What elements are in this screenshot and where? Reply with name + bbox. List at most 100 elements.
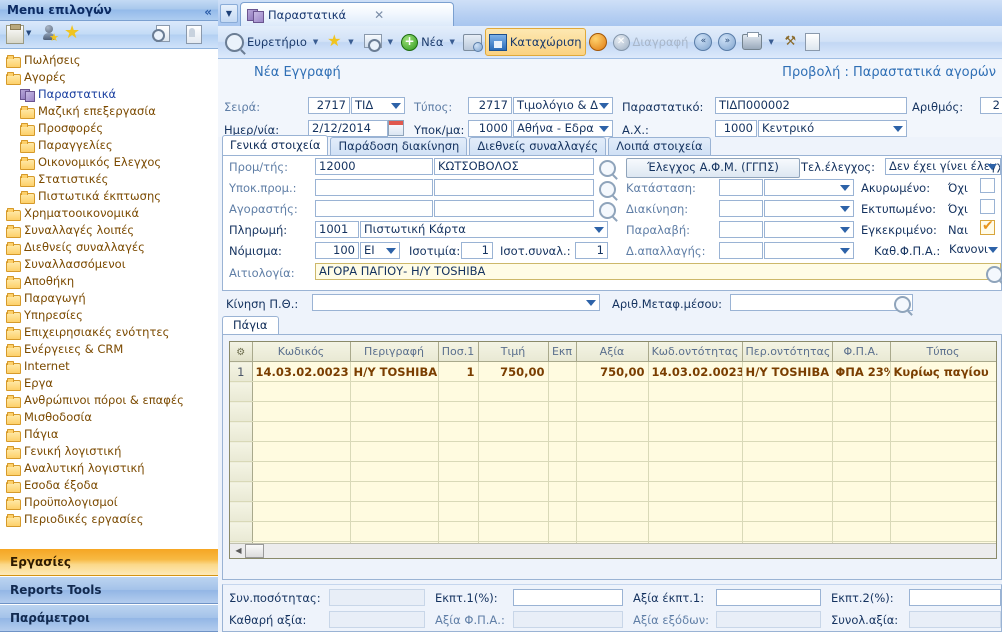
payment-select[interactable]: Πιστωτική Κάρτα — [360, 221, 608, 238]
sidebar-item-0[interactable]: Πωλήσεις — [0, 52, 218, 69]
print-button[interactable] — [739, 29, 765, 55]
branch-select[interactable]: Αθήνα - Εδρα — [513, 120, 613, 137]
grid-column-header-8[interactable]: Φ.Π.Α. — [832, 342, 891, 362]
sidebar-item-4[interactable]: Προσφορές — [0, 120, 218, 137]
table-row-empty[interactable] — [230, 461, 996, 482]
table-row-empty[interactable] — [230, 381, 996, 402]
cell-value[interactable]: 750,00 — [576, 361, 649, 382]
cell-vat[interactable] — [832, 421, 891, 442]
sidebar-bar-1[interactable]: Reports Tools — [0, 576, 218, 604]
grid-horizontal-scrollbar[interactable]: ◀ — [230, 543, 996, 558]
cell-type[interactable]: Κυρίως παγίου — [890, 361, 996, 382]
cell-entity_code[interactable] — [648, 381, 743, 402]
cell-entity_desc[interactable] — [742, 381, 833, 402]
sidebar-item-20[interactable]: Ανθρώπινοι πόροι & επαφές — [0, 392, 218, 409]
history-button[interactable] — [460, 29, 485, 55]
cell-type[interactable] — [890, 501, 996, 522]
movement-select[interactable] — [312, 294, 600, 311]
sidebar-bar-0[interactable]: Εργασίες — [0, 548, 218, 576]
cell-entity_desc[interactable] — [742, 521, 833, 542]
sidebar-item-5[interactable]: Παραγγελίες — [0, 137, 218, 154]
search-icon[interactable] — [894, 296, 911, 313]
table-row-empty[interactable] — [230, 401, 996, 422]
grid-column-header-4[interactable]: Εκπ — [548, 342, 577, 362]
seira-code-field[interactable]: 2717 — [308, 97, 350, 114]
sidebar-item-9[interactable]: Χρηματοοικονομικά — [0, 205, 218, 222]
cell-qty[interactable] — [438, 421, 479, 442]
sidebar-item-17[interactable]: Ενέργειες & CRM — [0, 341, 218, 358]
sub-supplier-name-field[interactable] — [434, 179, 594, 196]
tab-list-dropdown-icon[interactable]: ▼ — [220, 4, 238, 23]
cell-value[interactable] — [576, 421, 649, 442]
grid-select-all-icon[interactable]: ⚙ — [230, 342, 253, 362]
seira-select[interactable]: ΤΙΔ — [351, 97, 405, 114]
cell-description[interactable] — [350, 421, 439, 442]
cell-entity_desc[interactable]: Η/Υ TOSHIBA — [742, 361, 833, 382]
buyer-name-field[interactable] — [434, 200, 594, 217]
cell-code[interactable] — [252, 401, 351, 422]
cancelled-checkbox[interactable] — [980, 178, 995, 193]
payment-code-field[interactable]: 1001 — [315, 221, 359, 238]
cell-discount[interactable] — [548, 361, 577, 382]
table-row[interactable]: 1 14.03.02.0023 Η/Υ TOSHIBA 1 750,00 750,00 14… — [230, 361, 996, 382]
cell-vat[interactable] — [832, 481, 891, 502]
cell-discount[interactable] — [548, 421, 577, 442]
sidebar-item-13[interactable]: Αποθήκη — [0, 273, 218, 290]
scrollbar-thumb[interactable] — [245, 544, 264, 558]
cell-code[interactable]: 14.03.02.0023 — [252, 361, 351, 382]
next-record-button[interactable]: » — [715, 29, 739, 55]
tab-pagia[interactable]: Πάγια — [222, 316, 279, 335]
collapse-sidebar-icon[interactable]: « — [204, 2, 212, 22]
last-check-select[interactable]: Δεν έχει γίνει έλεγχ — [885, 158, 1001, 175]
sidebar-item-24[interactable]: Αναλυτική λογιστική — [0, 460, 218, 477]
search-icon[interactable] — [986, 266, 1002, 283]
document-icon[interactable] — [186, 25, 202, 47]
cell-price[interactable] — [478, 381, 549, 402]
grid-column-header-9[interactable]: Τύπος — [890, 342, 996, 362]
sidebar-item-26[interactable]: Προϋπολογισμοί — [0, 494, 218, 511]
cell-value[interactable] — [576, 461, 649, 482]
cell-value[interactable] — [576, 521, 649, 542]
cell-vat[interactable] — [832, 521, 891, 542]
cell-entity_desc[interactable] — [742, 401, 833, 422]
exempt-select[interactable] — [764, 242, 854, 259]
dropdown-arrow-icon[interactable]: ▼ — [26, 29, 31, 37]
cell-qty[interactable] — [438, 461, 479, 482]
cell-price[interactable] — [478, 481, 549, 502]
cell-entity_desc[interactable] — [742, 461, 833, 482]
cell-vat[interactable]: ΦΠΑ 23% — [832, 361, 891, 382]
cell-discount[interactable] — [548, 501, 577, 522]
cell-value[interactable] — [576, 401, 649, 422]
sidebar-item-2[interactable]: Παραστατικά — [0, 86, 218, 103]
sidebar-bar-2[interactable]: Παράμετροι — [0, 604, 218, 632]
save-button[interactable]: Καταχώριση — [484, 28, 586, 56]
transport-number-field[interactable] — [730, 294, 913, 311]
cell-type[interactable] — [890, 481, 996, 502]
cell-entity_code[interactable] — [648, 521, 743, 542]
cell-code[interactable] — [252, 481, 351, 502]
cell-code[interactable] — [252, 441, 351, 462]
cell-value[interactable] — [576, 381, 649, 402]
status-code-field[interactable] — [719, 179, 763, 196]
cell-entity_code[interactable] — [648, 501, 743, 522]
exempt-code-field[interactable] — [719, 242, 763, 259]
search-icon[interactable] — [599, 160, 616, 177]
table-row-empty[interactable] — [230, 501, 996, 522]
type-select[interactable]: Τιμολόγιο & Δ — [513, 97, 613, 114]
cell-code[interactable] — [252, 461, 351, 482]
user-star-icon[interactable]: ★ — [42, 25, 59, 45]
document-number-field[interactable]: ΤΙΔΠ000002 — [715, 97, 907, 114]
transport-select[interactable] — [764, 200, 854, 217]
buyer-code-field[interactable] — [315, 200, 433, 217]
grid-column-header-6[interactable]: Κωδ.οντότητας — [648, 342, 743, 362]
cell-qty[interactable]: 1 — [438, 361, 479, 382]
cell-code[interactable] — [252, 381, 351, 402]
reason-field[interactable]: ΑΓΟΡΑ ΠΑΓΙΟΥ- Η/Υ TOSHIBA — [315, 263, 1001, 280]
search-icon[interactable] — [599, 202, 616, 219]
cell-price[interactable] — [478, 421, 549, 442]
scroll-left-icon[interactable]: ◀ — [232, 545, 245, 557]
cell-discount[interactable] — [548, 481, 577, 502]
cell-vat[interactable] — [832, 501, 891, 522]
vat-regime-select[interactable]: Κανονι — [946, 242, 1001, 259]
cell-discount[interactable] — [548, 521, 577, 542]
